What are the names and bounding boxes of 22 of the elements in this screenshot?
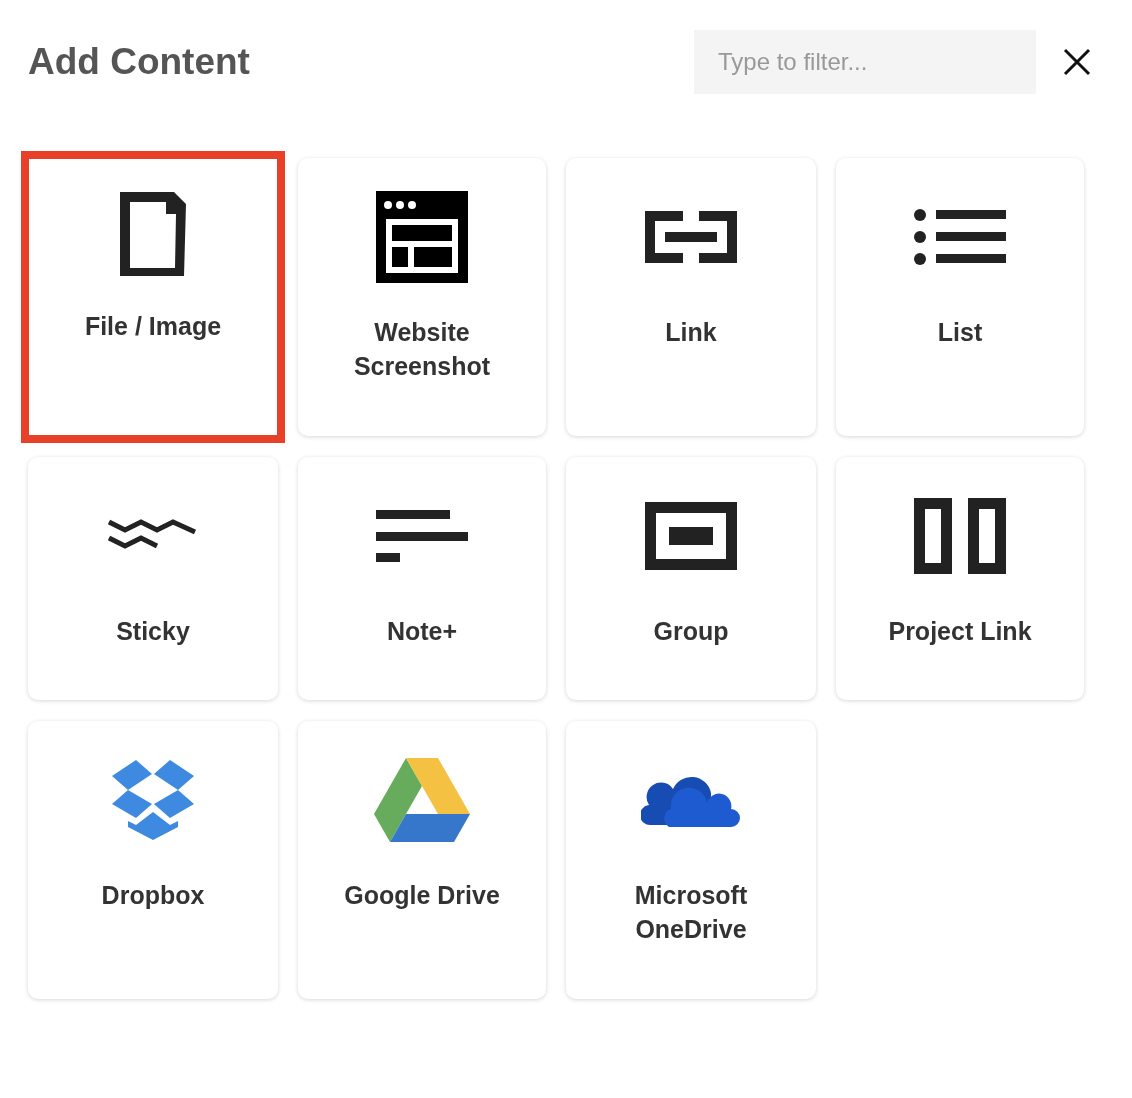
browser-window-icon: [376, 190, 468, 283]
close-icon[interactable]: [1062, 47, 1092, 77]
open-box-icon: [112, 759, 194, 840]
content-type-card[interactable]: Note+: [298, 457, 546, 700]
link-icon: [645, 210, 737, 263]
content-type-card[interactable]: Microsoft OneDrive: [566, 721, 816, 999]
list-icon: [914, 208, 1006, 265]
filter-field[interactable]: Type to filter...: [694, 30, 1036, 94]
content-type-card[interactable]: Sticky: [28, 457, 278, 700]
triangle-logo-icon: [374, 757, 470, 842]
content-type-card[interactable]: Google Drive: [298, 721, 546, 999]
dialog-title: Add Content: [28, 40, 251, 85]
group-frame-icon: [645, 501, 737, 570]
content-type-card[interactable]: File / Image: [21, 151, 285, 443]
text-lines-icon: [376, 509, 468, 562]
content-type-card[interactable]: Group: [566, 457, 816, 700]
content-type-card[interactable]: Project Link: [836, 457, 1084, 700]
content-type-card[interactable]: List: [836, 158, 1084, 436]
content-type-card[interactable]: Dropbox: [28, 721, 278, 999]
content-type-card[interactable]: Website Screenshot: [298, 158, 546, 436]
content-type-card[interactable]: Link: [566, 158, 816, 436]
columns-icon: [914, 497, 1006, 574]
